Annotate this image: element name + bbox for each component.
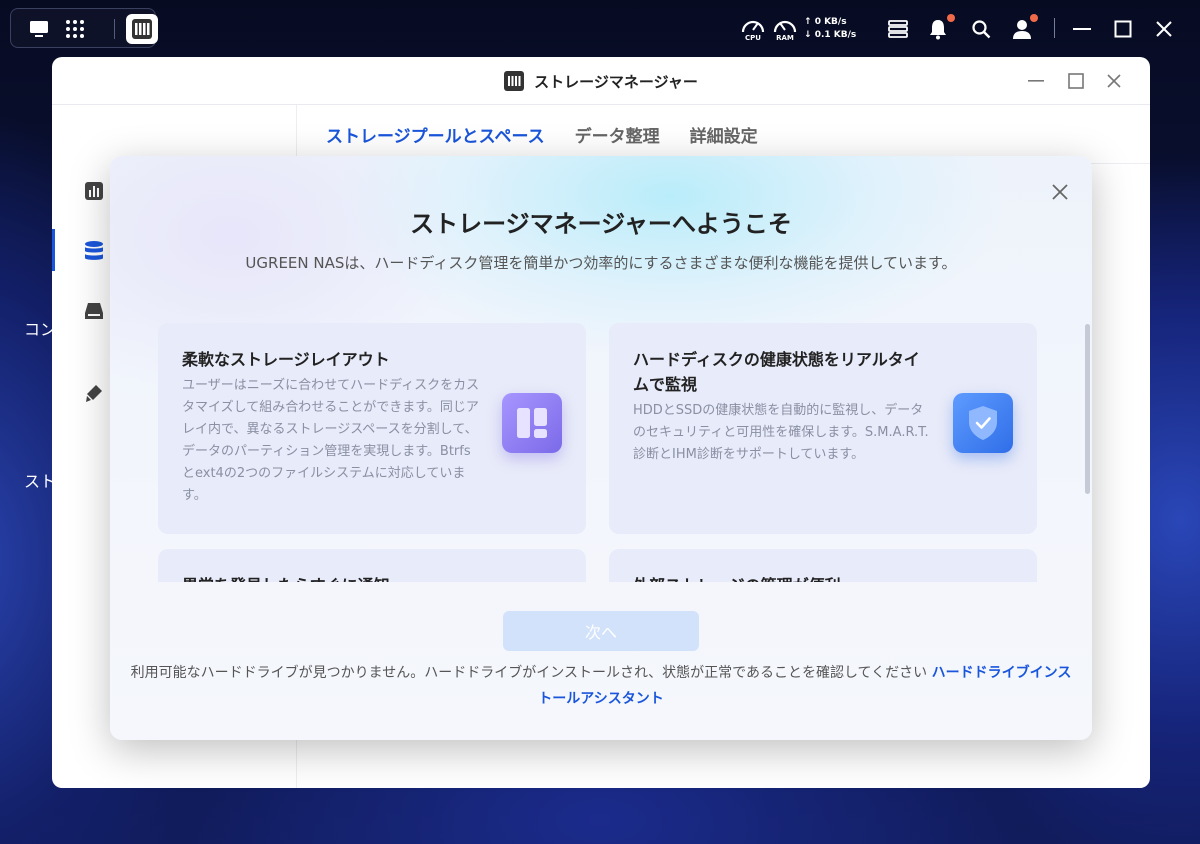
chart-icon: [85, 182, 103, 200]
window-title: ストレージマネージャー: [534, 72, 698, 91]
tab-data-organize[interactable]: データ整理: [575, 122, 660, 147]
feature-card: 異常を発見したらすぐに通知: [158, 549, 586, 582]
feature-card-title: ハードディスクの健康状態をリアルタイムで監視: [633, 350, 920, 394]
system-top-bar: CPU RAM ↑ 0 KB/s ↓ 0.1 KB/s: [0, 0, 1200, 56]
feature-card: 外部ストレージの管理が便利: [609, 549, 1037, 582]
feature-card-body: ユーザーはニーズに合わせてハードディスクをカスタマイズして組み合わせることができ…: [182, 378, 480, 503]
search-icon[interactable]: [969, 14, 993, 44]
cpu-gauge[interactable]: CPU: [740, 16, 766, 44]
window-titlebar[interactable]: ストレージマネージャー: [52, 57, 1150, 105]
app-grid-icon[interactable]: [63, 17, 87, 41]
feature-card-title: 外部ストレージの管理が便利: [633, 573, 933, 582]
storage-manager-icon: [504, 71, 525, 91]
window-close-icon[interactable]: [1102, 69, 1126, 93]
next-button[interactable]: 次へ: [503, 611, 699, 651]
dock-divider: [114, 19, 115, 39]
notice-text: 利用可能なハードドライブが見つかりません。ハードドライブがインストールされ、状態…: [130, 665, 932, 681]
close-icon[interactable]: [1152, 14, 1176, 44]
database-icon: [85, 241, 103, 260]
tab-advanced-settings[interactable]: 詳細設定: [690, 122, 758, 147]
tasks-icon[interactable]: [886, 14, 910, 44]
taskbar-dock: [10, 8, 158, 48]
feature-card-title: 異常を発見したらすぐに通知: [182, 573, 482, 582]
window-maximize-icon[interactable]: [1064, 69, 1088, 93]
desktop-icon[interactable]: [27, 17, 51, 41]
welcome-dialog: ストレージマネージャーへようこそ UGREEN NASは、ハードディスク管理を簡…: [110, 156, 1092, 740]
feature-card-body: HDDとSSDの健康状態を自動的に監視し、データのセキュリティと可用性を確保しま…: [633, 403, 929, 462]
window-minimize-icon[interactable]: [1024, 69, 1048, 93]
feature-card: ハードディスクの健康状態をリアルタイムで監視 HDDとSSDの健康状態を自動的に…: [609, 323, 1037, 534]
notification-dot: [947, 14, 955, 22]
main-tabs: ストレージプールとスペース データ整理 詳細設定: [326, 122, 758, 147]
ram-label: RAM: [776, 34, 794, 42]
minimize-icon[interactable]: [1070, 14, 1094, 44]
window-title-area: ストレージマネージャー: [52, 57, 1150, 105]
topbar-divider: [1054, 18, 1055, 38]
maximize-icon[interactable]: [1111, 14, 1135, 44]
feature-card: 柔軟なストレージレイアウト ユーザーはニーズに合わせてハードディスクをカスタマイ…: [158, 323, 586, 534]
user-notification-dot: [1030, 14, 1038, 22]
feature-card-title: 柔軟なストレージレイアウト: [182, 350, 390, 369]
dialog-close-icon[interactable]: [1048, 180, 1072, 204]
sidebar-active-indicator: [52, 229, 55, 271]
tab-storage-pool[interactable]: ストレージプールとスペース: [326, 122, 545, 147]
upload-speed: 0 KB/s: [814, 17, 847, 27]
cpu-label: CPU: [745, 34, 761, 42]
feature-cards-scroll[interactable]: 柔軟なストレージレイアウト ユーザーはニーズに合わせてハードディスクをカスタマイ…: [158, 323, 1038, 582]
shield-check-icon: [953, 393, 1013, 453]
gauge-icon: [773, 20, 797, 33]
network-speed: ↑ 0 KB/s ↓ 0.1 KB/s: [804, 16, 856, 42]
gauge-icon: [741, 20, 765, 33]
storage-manager-taskbar-icon[interactable]: [126, 14, 158, 44]
download-arrow-icon: ↓: [804, 30, 812, 40]
drive-icon: [85, 303, 103, 319]
ram-gauge[interactable]: RAM: [772, 16, 798, 44]
brush-icon: [86, 385, 102, 402]
dialog-title: ストレージマネージャーへようこそ: [410, 210, 792, 238]
upload-arrow-icon: ↑: [804, 17, 812, 27]
no-drive-notice: 利用可能なハードドライブが見つかりません。ハードドライブがインストールされ、状態…: [130, 660, 1072, 712]
layout-icon: [502, 393, 562, 453]
cards-scrollbar[interactable]: [1085, 324, 1090, 494]
dialog-subtitle: UGREEN NASは、ハードディスク管理を簡単かつ効率的にするさまざまな便利な…: [245, 254, 957, 272]
download-speed: 0.1 KB/s: [814, 30, 857, 40]
